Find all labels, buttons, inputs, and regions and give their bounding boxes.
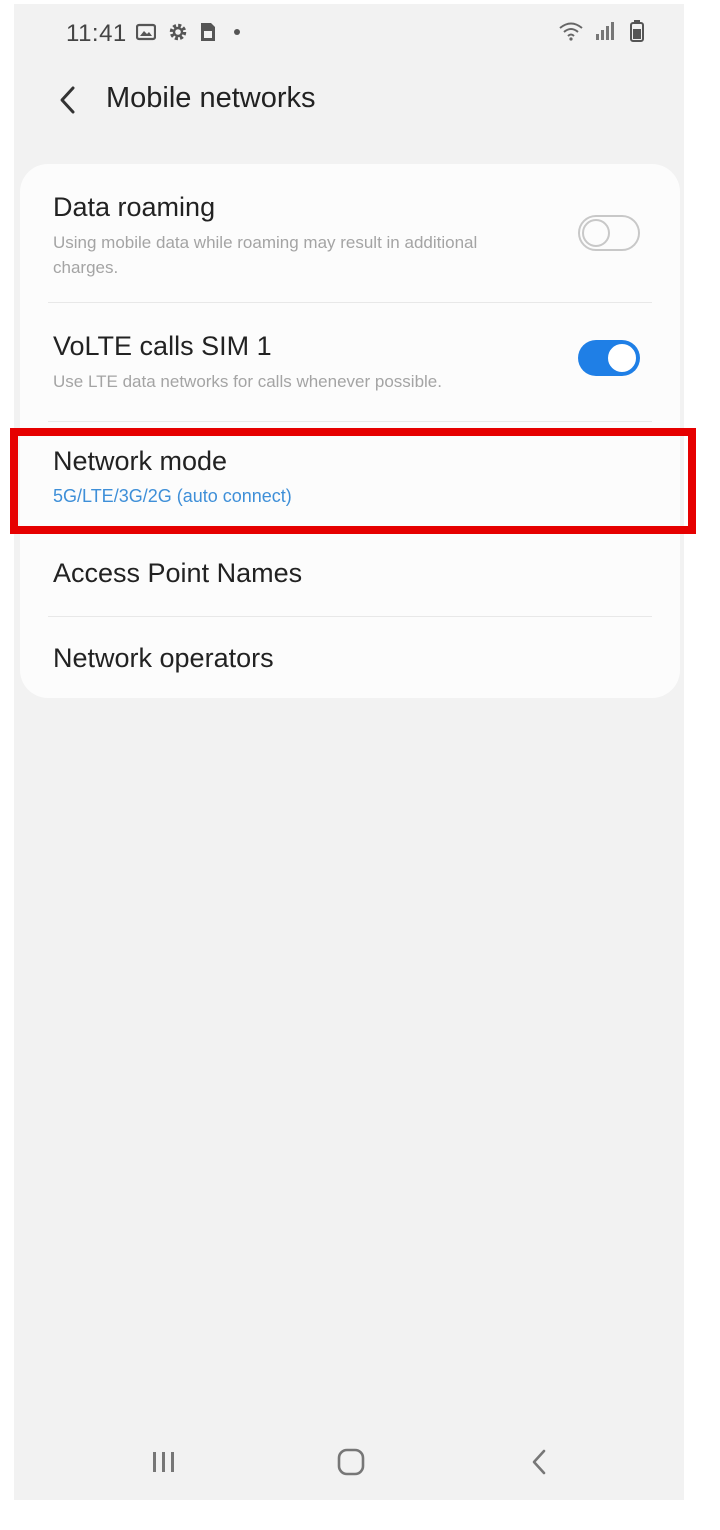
toggle-knob bbox=[606, 342, 638, 374]
volte-toggle[interactable] bbox=[578, 340, 640, 376]
recent-apps-icon bbox=[153, 1452, 174, 1472]
notification-dot-icon bbox=[234, 29, 240, 35]
network-operators-title: Network operators bbox=[53, 643, 274, 673]
recent-apps-button[interactable] bbox=[134, 1440, 194, 1484]
status-icons-left bbox=[136, 22, 240, 42]
settings-card: Data roaming Using mobile data while roa… bbox=[20, 164, 680, 698]
network-operators-row[interactable]: Network operators bbox=[20, 617, 680, 698]
battery-icon bbox=[630, 20, 644, 42]
back-icon bbox=[532, 1449, 546, 1475]
data-roaming-toggle[interactable] bbox=[578, 215, 640, 251]
network-mode-row[interactable]: Network mode 5G/LTE/3G/2G (auto connect) bbox=[20, 422, 680, 532]
app-header: Mobile networks bbox=[14, 64, 684, 140]
data-roaming-title: Data roaming bbox=[53, 192, 216, 222]
image-icon bbox=[136, 23, 156, 41]
volte-title: VoLTE calls SIM 1 bbox=[53, 331, 272, 361]
volte-row[interactable]: VoLTE calls SIM 1 Use LTE data networks … bbox=[20, 303, 680, 421]
access-point-names-row[interactable]: Access Point Names bbox=[20, 532, 680, 616]
network-mode-title: Network mode bbox=[53, 446, 228, 476]
phone-screen: 11:41 Mobile networks Data roaming Using… bbox=[14, 4, 684, 1500]
wifi-icon bbox=[559, 22, 583, 41]
home-button[interactable] bbox=[321, 1440, 381, 1484]
signal-icon bbox=[596, 22, 614, 40]
data-roaming-row[interactable]: Data roaming Using mobile data while roa… bbox=[20, 164, 680, 302]
access-point-names-title: Access Point Names bbox=[53, 558, 303, 588]
sim-card-icon bbox=[201, 23, 215, 41]
back-button[interactable] bbox=[48, 78, 88, 122]
nav-back-button[interactable] bbox=[510, 1440, 570, 1484]
status-icons-right bbox=[558, 20, 644, 42]
home-icon bbox=[337, 1448, 365, 1476]
chevron-left-icon bbox=[60, 86, 75, 114]
navigation-bar bbox=[14, 1420, 684, 1500]
status-time: 11:41 bbox=[66, 20, 127, 47]
toggle-knob bbox=[582, 219, 610, 247]
volte-subtitle: Use LTE data networks for calls whenever… bbox=[53, 372, 442, 391]
gear-icon bbox=[169, 23, 187, 41]
network-mode-value: 5G/LTE/3G/2G (auto connect) bbox=[53, 486, 292, 506]
status-bar: 11:41 bbox=[14, 4, 684, 62]
page-title: Mobile networks bbox=[106, 82, 316, 114]
data-roaming-subtitle: Using mobile data while roaming may resu… bbox=[53, 233, 478, 277]
